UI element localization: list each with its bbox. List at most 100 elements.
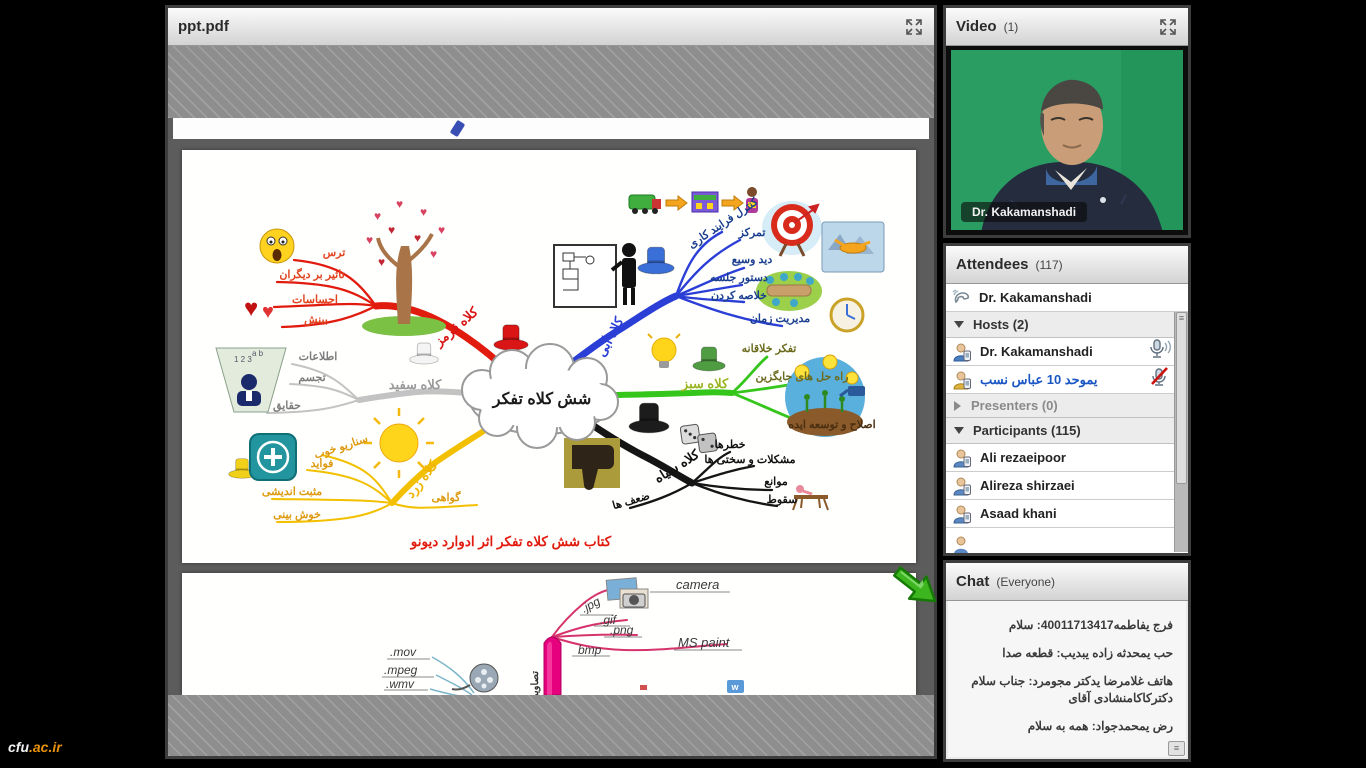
scared-face-icon — [260, 229, 294, 263]
presenters-header-label: Presenters (0) — [971, 398, 1058, 413]
active-speaker-row[interactable]: Dr. Kakamanshadi — [946, 284, 1188, 312]
svg-text:♥: ♥ — [414, 231, 421, 245]
svg-text:♥: ♥ — [378, 255, 385, 269]
mindmap-leaf: خوش بینی — [273, 509, 321, 521]
attendee-row-host[interactable]: Dr. Kakamanshadi — [946, 338, 1188, 366]
chat-message-area[interactable]: فرج یفاطمه40011713417: سلام حب یمحدثه زا… — [948, 601, 1186, 757]
chat-message: فرج یفاطمه40011713417: سلام — [956, 618, 1173, 633]
svg-text:♥: ♥ — [388, 223, 395, 237]
host-avatar-icon — [952, 370, 972, 390]
fullscreen-icon — [905, 18, 923, 36]
attendee-row-partial[interactable] — [946, 528, 1188, 553]
mic-on-icon — [1148, 339, 1172, 359]
svg-text:♥: ♥ — [430, 247, 437, 261]
mindmap-leaf: دید وسیع — [732, 254, 773, 266]
attendees-scrollbar[interactable]: ≡ — [1174, 312, 1188, 552]
hosts-header-label: Hosts (2) — [973, 317, 1029, 332]
mindmap-leaf: تمرکز — [738, 227, 766, 239]
format-label: .png — [610, 623, 634, 637]
map-plane-icon — [822, 222, 884, 272]
mic-button[interactable] — [1148, 367, 1172, 392]
share-fullscreen-button[interactable] — [904, 17, 924, 37]
target-icon — [762, 201, 822, 256]
green-arrow-annotation — [888, 558, 946, 616]
mindmap-center-label: شش کلاه تفکر — [492, 391, 591, 409]
plus-button-icon — [250, 434, 296, 480]
attendees-scrollbar-thumb[interactable]: ≡ — [1176, 312, 1187, 484]
active-speaker-name: Dr. Kakamanshadi — [979, 290, 1092, 305]
blue-branch-label: کلاه آبی — [593, 313, 627, 359]
mindmap-leaf: اطلاعات — [299, 351, 338, 363]
thumbs-down-icon — [564, 438, 620, 490]
participants-header-label: Participants (115) — [973, 423, 1081, 438]
green-branch — [602, 392, 732, 395]
mindmap-graphic: ♥♥♥ ♥♥♥ ♥♥♥ ♥ ♥ — [182, 150, 916, 563]
camera-icon — [606, 578, 648, 608]
media-mindmap-graphic: تصاویر .jpg .gif .png bmp MS paint camer… — [182, 573, 916, 695]
format-label: camera — [676, 577, 719, 592]
format-label: bmp — [578, 643, 602, 657]
attendees-count: (117) — [1036, 258, 1063, 272]
attendee-row[interactable]: Ali rezaeipoor — [946, 444, 1188, 472]
participant-avatar-icon — [952, 533, 972, 553]
format-label: MS paint — [678, 635, 731, 650]
clock-icon — [831, 299, 863, 331]
attendee-name: Ali rezaeipoor — [980, 450, 1066, 465]
format-label: .mov — [390, 645, 417, 659]
mindmap-leaf: مشکلات و سختی ها — [704, 454, 795, 466]
svg-text:1 2 3: 1 2 3 — [234, 355, 252, 364]
phone-icon — [952, 289, 971, 307]
mindmap-leaf: تجسم — [298, 372, 325, 384]
chat-scrollbar-thumb[interactable]: ≡ — [1168, 741, 1185, 756]
attendee-name: Dr. Kakamanshadi — [980, 344, 1093, 359]
hosts-section-header[interactable]: Hosts (2) — [946, 312, 1188, 338]
mindmap-leaf: موانع — [764, 476, 788, 488]
participant-avatar-icon — [952, 504, 972, 524]
mic-button[interactable] — [1148, 339, 1172, 364]
green-branch-label: کلاه سبز — [681, 376, 729, 392]
meeting-window: ppt.pdf — [0, 0, 1366, 768]
svg-text:♥: ♥ — [420, 205, 427, 219]
collapse-triangle-icon — [954, 427, 964, 434]
watermark: cfu.ac.ir — [8, 739, 62, 755]
svg-text:♥: ♥ — [366, 233, 373, 247]
falling-desk-icon — [793, 485, 828, 510]
trunk-icon — [544, 637, 561, 695]
attendee-row[interactable]: Alireza shirzaei — [946, 472, 1188, 500]
participants-section-header[interactable]: Participants (115) — [946, 418, 1188, 444]
mindmap-center-node: شش کلاه تفکر — [462, 344, 618, 448]
mindmap-leaf: اصلاح و توسعه ایده — [788, 419, 875, 431]
video-frame: Dr. Kakamanshadi — [946, 46, 1188, 235]
svg-text:♥: ♥ — [244, 295, 258, 322]
mindmap-leaf: دستور جلسه — [710, 272, 768, 284]
svg-text:w: w — [730, 682, 739, 692]
mindmap-leaf: گواهی — [432, 490, 462, 504]
chat-pod-title: Chat — [956, 573, 989, 590]
presenters-section-header[interactable]: Presenters (0) — [946, 394, 1188, 418]
video-pod-title: Video — [956, 18, 997, 35]
mic-muted-icon — [1148, 367, 1172, 387]
dice-icon — [680, 422, 718, 455]
mindmap-leaf: ترس — [323, 247, 346, 259]
attendee-list: Dr. Kakamanshadi Hosts (2) Dr. Kakamansh… — [946, 284, 1188, 553]
format-label: .mpeg — [384, 663, 418, 677]
share-pod-header: ppt.pdf — [168, 8, 934, 46]
chat-pod-header: Chat (Everyone) — [946, 563, 1188, 601]
fullscreen-icon — [1159, 18, 1177, 36]
pdf-previous-page-edge — [173, 118, 929, 139]
pdf-background-top — [168, 46, 934, 118]
white-hat-icon — [410, 343, 439, 364]
svg-text:♥: ♥ — [438, 223, 445, 237]
mindmap-leaf: خطرها — [714, 439, 745, 451]
attendee-row-host[interactable]: یموحد 10 عباس نسب — [946, 366, 1188, 394]
mindmap-leaf: تاثیر بر دیگران — [279, 267, 344, 281]
video-fullscreen-button[interactable] — [1158, 17, 1178, 37]
pdf-viewport[interactable]: ♥♥♥ ♥♥♥ ♥♥♥ ♥ ♥ — [168, 46, 934, 756]
mindmap-leaf: مدیریت زمان — [750, 313, 810, 325]
mindmap-leaf: خلاصه کردن — [711, 290, 767, 302]
attendee-name: یموحد 10 عباس نسب — [980, 372, 1098, 388]
green-hat-icon — [693, 347, 725, 371]
chat-message-continued: دکترکاکامنشادی آقای — [956, 691, 1173, 706]
attendee-row[interactable]: Asaad khani — [946, 500, 1188, 528]
mindmap-leaf: تفکر خلاقانه — [742, 343, 797, 355]
